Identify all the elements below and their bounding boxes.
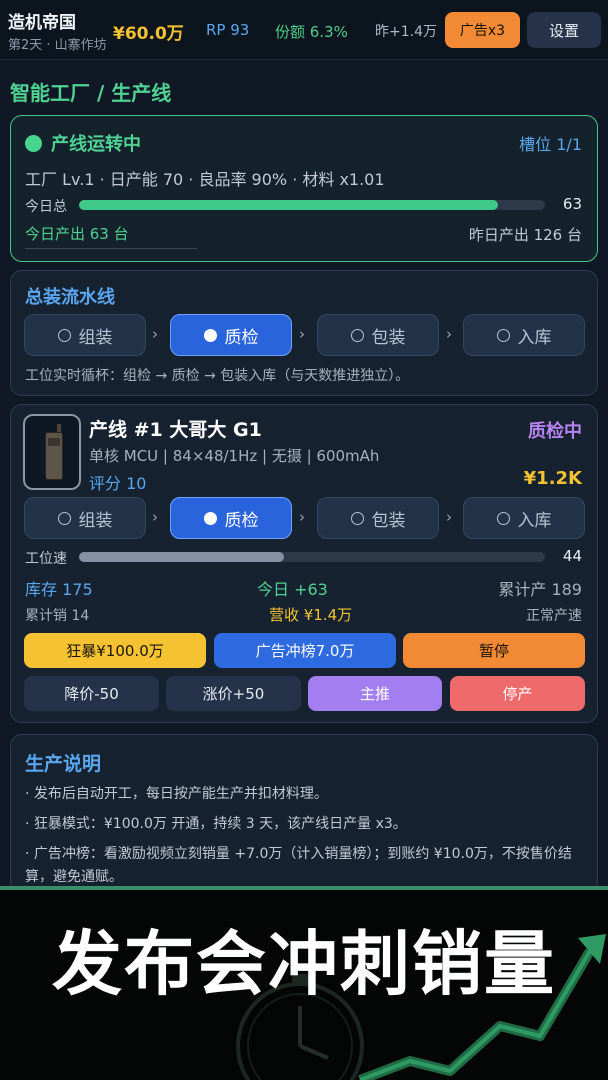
pause-button[interactable]: 暂停 bbox=[403, 633, 585, 668]
feature-button[interactable]: 主推 bbox=[308, 676, 442, 711]
speed-progress-fill bbox=[79, 552, 285, 562]
radio-icon bbox=[203, 328, 217, 342]
revenue: 营收 ¥1.4万 bbox=[269, 606, 353, 624]
radio-icon bbox=[350, 328, 364, 342]
ad-push-button[interactable]: 广告冲榜7.0万 bbox=[214, 633, 396, 668]
day-stage-label: 第2天 · 山寨作坊 bbox=[8, 38, 107, 53]
line-state-badge: 质检中 bbox=[528, 421, 582, 442]
yesterday-income: 昨+1.4万 bbox=[375, 24, 437, 40]
info-line: · 广告冲榜：看激励视频立刻销量 +7.0万（计入销量榜）；到账约 ¥10.0万… bbox=[25, 846, 572, 885]
frenzy-button[interactable]: 狂暴¥100.0万 bbox=[24, 633, 206, 668]
radio-icon bbox=[496, 328, 510, 342]
flow-stage-pack[interactable]: 包装 bbox=[317, 314, 439, 356]
chevron-right-icon: › bbox=[152, 508, 158, 526]
speed-label: 工位速 bbox=[25, 551, 67, 567]
stage-label: 入库 bbox=[517, 510, 552, 531]
stage-label: 质检 bbox=[224, 510, 259, 531]
line-status-card: 产线运转中 槽位 1/1 工厂 Lv.1 · 日产能 70 · 良品率 90% … bbox=[10, 115, 598, 262]
today-production: 今日 +63 bbox=[257, 580, 328, 599]
flow-stage-store[interactable]: 入库 bbox=[463, 314, 585, 356]
chevron-right-icon: › bbox=[152, 325, 158, 343]
production-info-card: 生产说明 · 发布后自动开工，每日按产能生产并扣材料理。 · 狂暴模式：¥100… bbox=[10, 734, 598, 894]
today-total-value: 63 bbox=[562, 195, 582, 213]
chevron-right-icon: › bbox=[299, 325, 305, 343]
today-total-label: 今日总 bbox=[25, 199, 67, 215]
phone-screen bbox=[48, 438, 60, 446]
market-share-display: 份额 6.3% bbox=[275, 23, 348, 41]
product-spec: 单核 MCU | 84×48/1Hz | 无摄 | 600mAh bbox=[89, 447, 380, 465]
product-score: 评分 10 bbox=[89, 474, 147, 493]
radio-icon bbox=[350, 511, 364, 525]
stage-label: 质检 bbox=[224, 327, 259, 348]
settings-button[interactable]: 设置 bbox=[527, 12, 601, 48]
product-image bbox=[23, 414, 81, 490]
flow-stage-inspect[interactable]: 质检 bbox=[170, 314, 292, 356]
stage-label: 组装 bbox=[78, 327, 113, 348]
ad-bonus-button[interactable]: 广告x3 bbox=[445, 12, 520, 48]
flow-note: 工位实时循杯：组检 → 质检 → 包装入库（与天数推进独立）。 bbox=[25, 368, 410, 384]
stage-label: 组装 bbox=[78, 510, 113, 531]
stage-label: 入库 bbox=[517, 327, 552, 348]
stage-label: 包装 bbox=[371, 510, 406, 531]
line-stage-inspect[interactable]: 质检 bbox=[170, 497, 292, 539]
page-title: 智能工厂 / 生产线 bbox=[10, 81, 172, 105]
today-progress-fill bbox=[79, 200, 499, 210]
cumulative-sold: 累计销 14 bbox=[25, 608, 90, 624]
product-price: ¥1.2K bbox=[523, 468, 582, 489]
radio-icon bbox=[57, 328, 71, 342]
line-stage-pack[interactable]: 包装 bbox=[317, 497, 439, 539]
slot-count: 槽位 1/1 bbox=[519, 135, 582, 154]
price-up-button[interactable]: 涨价+50 bbox=[166, 676, 301, 711]
banner-headline: 发布会冲刺销量 bbox=[52, 923, 556, 1005]
stage-label: 包装 bbox=[371, 327, 406, 348]
today-progress-bar bbox=[79, 200, 545, 210]
production-line-card: 产线 #1 大哥大 G1 质检中 单核 MCU | 84×48/1Hz | 无摄… bbox=[10, 404, 598, 723]
top-bar: 造机帝国 第2天 · 山寨作坊 ¥60.0万 RP 93 份额 6.3% 昨+1… bbox=[0, 0, 608, 60]
chevron-right-icon: › bbox=[446, 325, 452, 343]
stop-production-button[interactable]: 停产 bbox=[450, 676, 585, 711]
line-stage-assemble[interactable]: 组装 bbox=[24, 497, 146, 539]
speed-progress-bar bbox=[79, 552, 545, 562]
rp-display: RP 93 bbox=[206, 21, 250, 39]
chevron-right-icon: › bbox=[446, 508, 452, 526]
price-down-button[interactable]: 降价-50 bbox=[24, 676, 159, 711]
production-state: 正常产速 bbox=[526, 608, 582, 624]
today-output: 今日产出 63 台 bbox=[25, 223, 197, 249]
speed-value: 44 bbox=[562, 547, 582, 565]
line-stage-store[interactable]: 入库 bbox=[463, 497, 585, 539]
cumulative-produced: 累计产 189 bbox=[498, 580, 582, 599]
info-line: · 狂暴模式：¥100.0万 开通，持续 3 天，该产线日产量 x3。 bbox=[25, 816, 407, 832]
radio-icon bbox=[203, 511, 217, 525]
promo-banner: 发布会冲刺销量 bbox=[0, 886, 608, 1080]
line-name: 产线 #1 大哥大 G1 bbox=[89, 419, 262, 441]
chevron-right-icon: › bbox=[299, 508, 305, 526]
radio-icon bbox=[496, 511, 510, 525]
running-status-icon bbox=[25, 135, 42, 152]
assembly-line-card: 总装流水线 组装 › 质检 › 包装 › 入库 工位实时循杯：组检 → 质检 →… bbox=[10, 270, 598, 396]
info-title: 生产说明 bbox=[25, 753, 102, 775]
yesterday-output: 昨日产出 126 台 bbox=[468, 226, 582, 244]
assembly-line-title: 总装流水线 bbox=[25, 287, 115, 308]
status-title: 产线运转中 bbox=[51, 134, 141, 155]
radio-icon bbox=[57, 511, 71, 525]
stock-count: 库存 175 bbox=[25, 580, 93, 599]
info-line: · 发布后自动开工，每日按产能生产并扣材料理。 bbox=[25, 786, 328, 802]
money-display: ¥60.0万 bbox=[113, 24, 184, 44]
flow-stage-assemble[interactable]: 组装 bbox=[24, 314, 146, 356]
app-title: 造机帝国 bbox=[8, 13, 76, 33]
factory-info: 工厂 Lv.1 · 日产能 70 · 良品率 90% · 材料 x1.01 bbox=[25, 170, 385, 189]
